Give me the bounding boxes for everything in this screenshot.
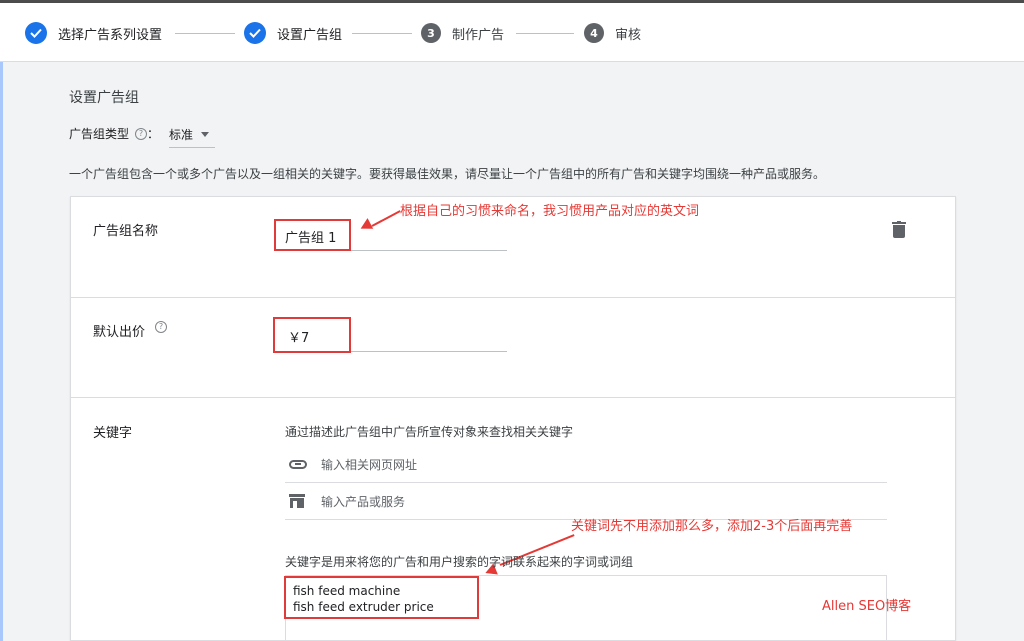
- step-connector: [175, 33, 235, 34]
- ad-group-name-label: 广告组名称: [93, 224, 159, 239]
- ad-group-name-value: 广告组 1: [285, 231, 337, 246]
- url-input-row[interactable]: 输入相关网页网址: [285, 447, 887, 483]
- ad-group-description: 一个广告组包含一个或多个广告以及一组相关的关键字。要获得最佳效果，请尽量让一个广…: [69, 167, 826, 181]
- colon: ：: [147, 127, 160, 141]
- keywords-label: 关键字: [93, 426, 133, 441]
- ad-group-type-value: 标准: [169, 128, 194, 142]
- keywords-description: 关键字是用来将您的广告和用户搜索的字词联系起来的字词或词组: [285, 555, 634, 569]
- url-input-placeholder: 输入相关网页网址: [321, 458, 418, 472]
- step-ad-group[interactable]: 设置广告组: [244, 21, 342, 45]
- progress-stepper: 选择广告系列设置 设置广告组 3 制作广告 4 审核: [0, 3, 1024, 62]
- section-divider: [70, 297, 956, 298]
- ad-group-type-label: 广告组类型: [69, 127, 130, 141]
- keywords-hint: 通过描述此广告组中广告所宣传对象来查找相关关键字: [285, 425, 574, 439]
- step-campaign-settings[interactable]: 选择广告系列设置: [25, 21, 162, 45]
- step-label: 制作广告: [452, 27, 505, 43]
- checkmark-icon: [244, 22, 266, 44]
- link-icon: [289, 457, 309, 473]
- checkmark-icon: [25, 22, 47, 44]
- section-divider: [70, 397, 956, 398]
- ad-group-type-select[interactable]: 标准: [169, 122, 215, 148]
- step-label: 审核: [615, 27, 642, 43]
- ad-group-type-row: 广告组类型 ? ：: [69, 125, 159, 142]
- default-bid-label-text: 默认出价: [93, 325, 146, 340]
- annotation-keywords-note: 关键词先不用添加那么多，添加2-3个后面再完善: [571, 519, 853, 534]
- default-bid-label: 默认出价: [93, 321, 145, 340]
- keyword-item: fish feed extruder price: [293, 600, 434, 614]
- step-review[interactable]: 4 审核: [584, 21, 641, 45]
- help-icon[interactable]: ?: [135, 127, 148, 140]
- keyword-item: fish feed machine: [293, 584, 401, 598]
- watermark-label: Allen SEO博客: [822, 599, 912, 614]
- default-bid-value: ￥7: [288, 331, 310, 346]
- annotation-name-note: 根据自己的习惯来命名，我习惯用产品对应的英文词: [400, 204, 700, 219]
- step-connector: [352, 33, 412, 34]
- step-create-ads[interactable]: 3 制作广告: [421, 21, 504, 45]
- page-title: 设置广告组: [69, 90, 139, 106]
- step-number-badge: 4: [584, 23, 604, 43]
- delete-icon[interactable]: [892, 221, 906, 238]
- step-connector: [516, 33, 574, 34]
- default-bid-input[interactable]: [273, 317, 351, 353]
- step-label: 设置广告组: [277, 27, 343, 43]
- dropdown-caret-icon: [201, 132, 210, 137]
- help-icon[interactable]: ?: [155, 321, 167, 333]
- store-icon: [289, 493, 309, 510]
- step-number-badge: 3: [421, 23, 441, 43]
- product-input-placeholder: 输入产品或服务: [321, 495, 406, 509]
- step-label: 选择广告系列设置: [58, 27, 163, 43]
